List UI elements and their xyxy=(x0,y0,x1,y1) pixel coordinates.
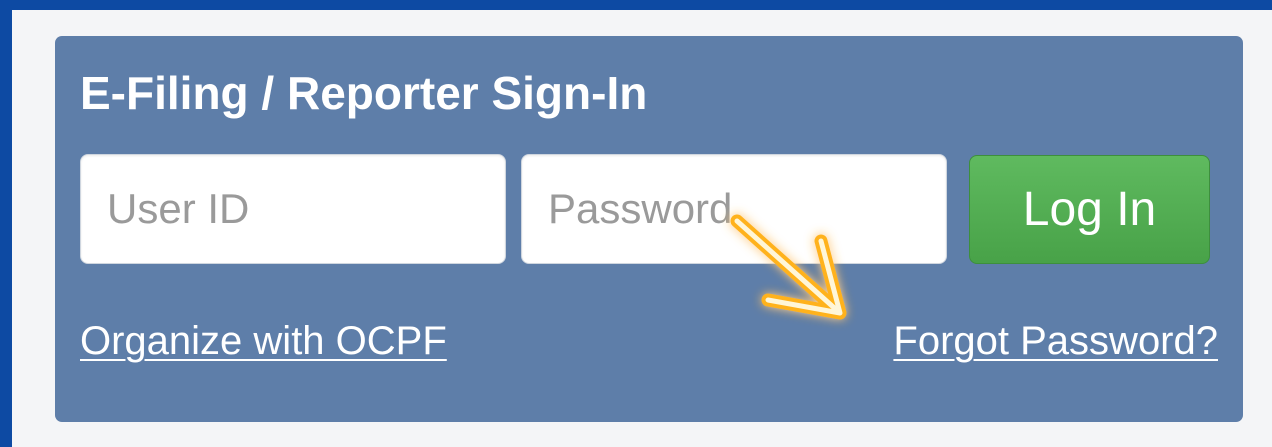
forgot-password-link[interactable]: Forgot Password? xyxy=(893,319,1218,363)
log-in-button[interactable]: Log In xyxy=(969,155,1210,264)
panel-title: E-Filing / Reporter Sign-In xyxy=(80,67,648,119)
organize-with-ocpf-link[interactable]: Organize with OCPF xyxy=(80,319,447,363)
sign-in-panel: E-Filing / Reporter Sign-In Log In Organ… xyxy=(55,36,1243,422)
user-id-input[interactable] xyxy=(80,154,506,264)
password-input[interactable] xyxy=(521,154,947,264)
